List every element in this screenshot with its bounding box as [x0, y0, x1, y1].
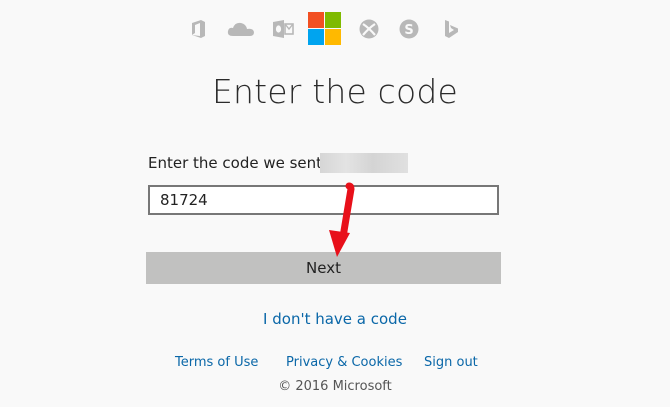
logo-square-yellow [325, 29, 341, 45]
redacted-recipient [320, 153, 408, 173]
outlook-icon [273, 20, 294, 38]
bing-icon [445, 20, 458, 38]
page-title: Enter the code [211, 72, 459, 111]
terms-of-use-link[interactable]: Terms of Use [175, 355, 258, 370]
logo-square-red [308, 12, 324, 28]
skype-icon: S [399, 19, 419, 39]
privacy-cookies-link[interactable]: Privacy & Cookies [286, 355, 402, 370]
no-code-link[interactable]: I don't have a code [263, 310, 407, 328]
no-code-row: I don't have a code [0, 310, 670, 328]
logo-square-green [325, 12, 341, 28]
xbox-icon [359, 19, 379, 39]
sign-out-link[interactable]: Sign out [424, 355, 478, 370]
footer-links: Terms of Use Privacy & Cookies Sign out [0, 355, 670, 373]
logo-square-blue [308, 29, 324, 45]
svg-text:S: S [404, 23, 413, 38]
onedrive-icon [227, 22, 254, 36]
service-icon-row: S [0, 12, 670, 48]
microsoft-logo [308, 12, 341, 45]
office-icon [192, 20, 205, 38]
red-arrow-annotation [329, 182, 355, 257]
code-sent-label: Enter the code we sent to [148, 154, 342, 172]
copyright-text: © 2016 Microsoft [278, 379, 392, 394]
